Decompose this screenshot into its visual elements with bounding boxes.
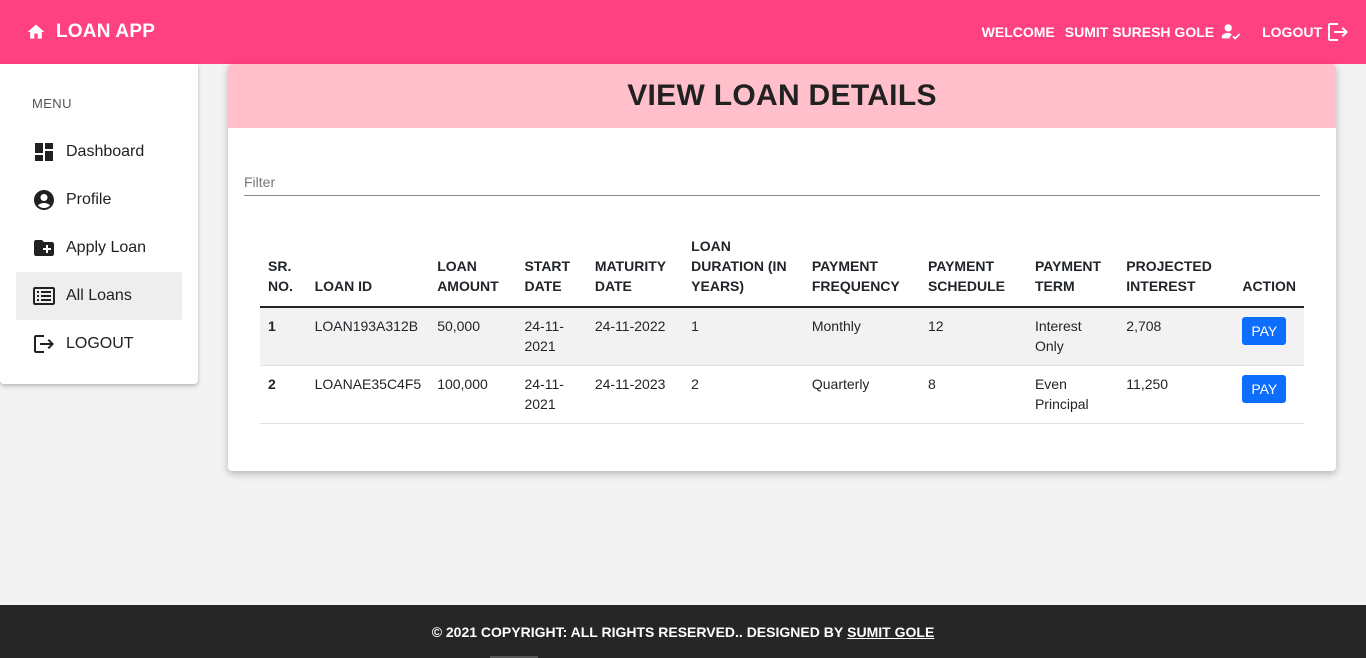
column-header-start-date[interactable]: START DATE <box>516 236 587 308</box>
column-header-loan-duration[interactable]: LOAN DURATION (IN YEARS) <box>683 236 804 308</box>
sidebar-item-label: Dashboard <box>66 143 145 160</box>
folder-add-icon <box>34 240 54 256</box>
sidebar-item-all-loans[interactable]: All Loans <box>16 272 182 320</box>
cell-projected-interest: 2,708 <box>1118 307 1235 366</box>
cell-payment-frequency: Monthly <box>803 307 920 366</box>
cell-maturity-date: 24-11-2022 <box>586 307 684 366</box>
column-header-payment-term[interactable]: PAYMENT TERM <box>1026 236 1119 308</box>
home-icon <box>27 24 45 39</box>
dashboard-icon <box>35 143 53 161</box>
column-header-maturity-date[interactable]: MATURITY DATE <box>586 236 684 308</box>
cell-payment-frequency: Quarterly <box>803 365 920 424</box>
column-header-loan-amount[interactable]: LOAN AMOUNT <box>429 236 517 308</box>
filter-field <box>244 164 1320 196</box>
cell-loan-id: LOAN193A312B <box>306 307 430 366</box>
cell-payment-term: Interest Only <box>1026 307 1119 366</box>
cell-payment-term: Even Principal <box>1026 365 1119 424</box>
cell-loan-amount: 50,000 <box>429 307 517 366</box>
cell-loan-amount: 100,000 <box>429 365 517 424</box>
card-header: VIEW LOAN DETAILS <box>228 64 1336 128</box>
cell-start-date: 24-11-2021 <box>516 365 587 424</box>
filter-input[interactable] <box>244 164 1320 194</box>
table-row: 2 LOANAE35C4F5 100,000 24-11-2021 24-11-… <box>260 365 1304 424</box>
column-header-action: ACTION <box>1234 236 1304 308</box>
logout-button-top[interactable]: LOGOUT <box>1262 20 1350 44</box>
sidebar: MENU Dashboard Profile Apply Loan All Lo… <box>0 64 198 384</box>
loan-details-card: VIEW LOAN DETAILS SR. NO. LOAN ID LOAN A… <box>228 64 1336 471</box>
column-header-payment-frequency[interactable]: PAYMENT FREQUENCY <box>803 236 920 308</box>
sidebar-item-profile[interactable]: Profile <box>16 176 182 224</box>
cell-loan-id: LOANAE35C4F5 <box>306 365 430 424</box>
logout-label-top: LOGOUT <box>1262 24 1322 40</box>
brand[interactable]: LOAN APP <box>26 21 155 43</box>
cell-projected-interest: 11,250 <box>1118 365 1235 424</box>
sidebar-item-logout[interactable]: LOGOUT <box>16 320 182 368</box>
column-header-projected-interest[interactable]: PROJECTED INTEREST <box>1118 236 1235 308</box>
loans-table: SR. NO. LOAN ID LOAN AMOUNT START DATE M… <box>260 236 1304 424</box>
sidebar-item-label: All Loans <box>66 287 132 304</box>
designer-link[interactable]: SUMIT GOLE <box>847 624 934 640</box>
column-header-sr-no[interactable]: SR. NO. <box>260 236 307 308</box>
cell-loan-duration: 2 <box>683 365 804 424</box>
welcome-label: WELCOME <box>981 24 1055 40</box>
column-header-loan-id[interactable]: LOAN ID <box>306 236 430 308</box>
cell-start-date: 24-11-2021 <box>516 307 587 366</box>
sidebar-item-dashboard[interactable]: Dashboard <box>16 128 182 176</box>
cell-sr-no: 1 <box>260 307 307 366</box>
user-area: WELCOME SUMIT SURESH GOLE LOGOUT <box>982 0 1350 64</box>
cell-payment-schedule: 8 <box>919 365 1027 424</box>
app-title: LOAN APP <box>56 21 156 42</box>
cell-action: PAY <box>1234 307 1304 366</box>
footer: © 2021 COPYRIGHT: ALL RIGHTS RESERVED.. … <box>0 605 1366 658</box>
logout-icon <box>1328 23 1348 41</box>
sidebar-item-apply-loan[interactable]: Apply Loan <box>16 224 182 272</box>
page-title: VIEW LOAN DETAILS <box>627 79 937 112</box>
cell-action: PAY <box>1234 365 1304 424</box>
copyright-text: © 2021 COPYRIGHT: ALL RIGHTS RESERVED.. … <box>431 623 844 640</box>
sidebar-item-label: LOGOUT <box>66 335 134 352</box>
table-header-row: SR. NO. LOAN ID LOAN AMOUNT START DATE M… <box>260 236 1304 308</box>
logout-icon <box>34 335 54 353</box>
cell-sr-no: 2 <box>260 365 307 424</box>
user-check-icon <box>1220 21 1242 43</box>
top-app-bar: LOAN APP WELCOME SUMIT SURESH GOLE LOGOU… <box>0 0 1366 64</box>
pay-button[interactable]: PAY <box>1242 317 1287 345</box>
username-label: SUMIT SURESH GOLE <box>1064 24 1215 40</box>
menu-title: MENU <box>32 96 72 111</box>
table-row: 1 LOAN193A312B 50,000 24-11-2021 24-11-2… <box>260 307 1304 366</box>
sidebar-item-label: Profile <box>66 191 112 208</box>
cell-loan-duration: 1 <box>683 307 804 366</box>
account-circle-icon <box>34 190 54 210</box>
list-icon <box>33 287 55 305</box>
cell-payment-schedule: 12 <box>919 307 1027 366</box>
column-header-payment-schedule[interactable]: PAYMENT SCHEDULE <box>919 236 1027 308</box>
pay-button[interactable]: PAY <box>1242 375 1287 403</box>
cell-maturity-date: 24-11-2023 <box>586 365 684 424</box>
sidebar-item-label: Apply Loan <box>66 239 147 256</box>
